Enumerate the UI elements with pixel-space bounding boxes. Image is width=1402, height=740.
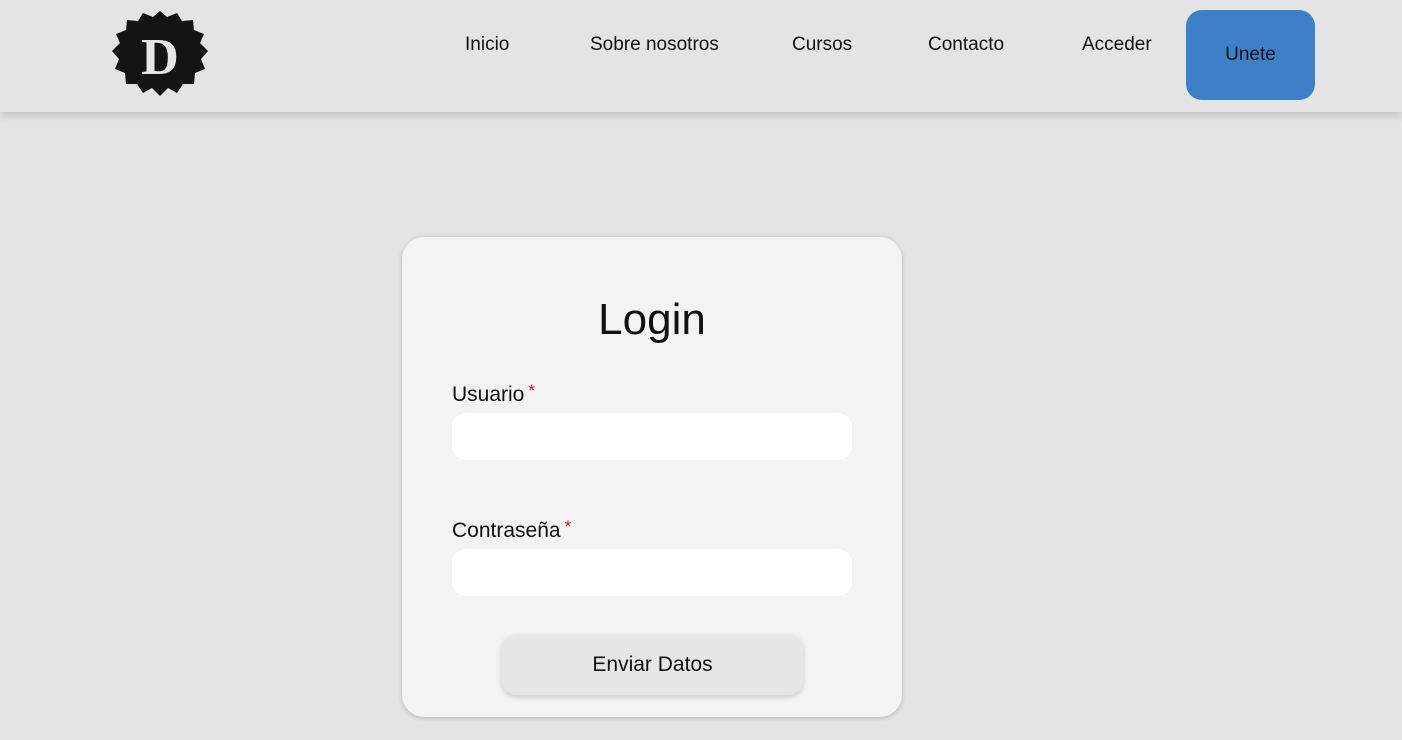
nav-link-sobre-nosotros[interactable]: Sobre nosotros: [590, 34, 719, 56]
nav-link-contacto[interactable]: Contacto: [928, 34, 1004, 56]
password-input[interactable]: [452, 549, 852, 596]
login-title: Login: [598, 295, 706, 344]
username-input[interactable]: [452, 413, 852, 460]
required-marker: *: [564, 517, 572, 536]
login-card: Login Usuario * Contraseña * Enviar Datos: [402, 237, 902, 717]
nav-link-cursos[interactable]: Cursos: [792, 34, 852, 56]
logo-letter: D: [141, 29, 179, 86]
site-header: D Inicio Sobre nosotros Cursos Contacto …: [0, 0, 1402, 112]
password-label: Contraseña *: [452, 517, 572, 543]
password-label-text: Contraseña: [452, 519, 561, 542]
join-button[interactable]: Unete: [1186, 10, 1315, 100]
nav-link-acceder[interactable]: Acceder: [1082, 34, 1152, 56]
logo-icon[interactable]: D: [111, 10, 209, 97]
nav-link-inicio[interactable]: Inicio: [465, 34, 509, 56]
required-marker: *: [528, 381, 535, 400]
username-label: Usuario *: [452, 381, 535, 407]
username-label-text: Usuario: [452, 383, 525, 406]
submit-button[interactable]: Enviar Datos: [502, 635, 803, 695]
